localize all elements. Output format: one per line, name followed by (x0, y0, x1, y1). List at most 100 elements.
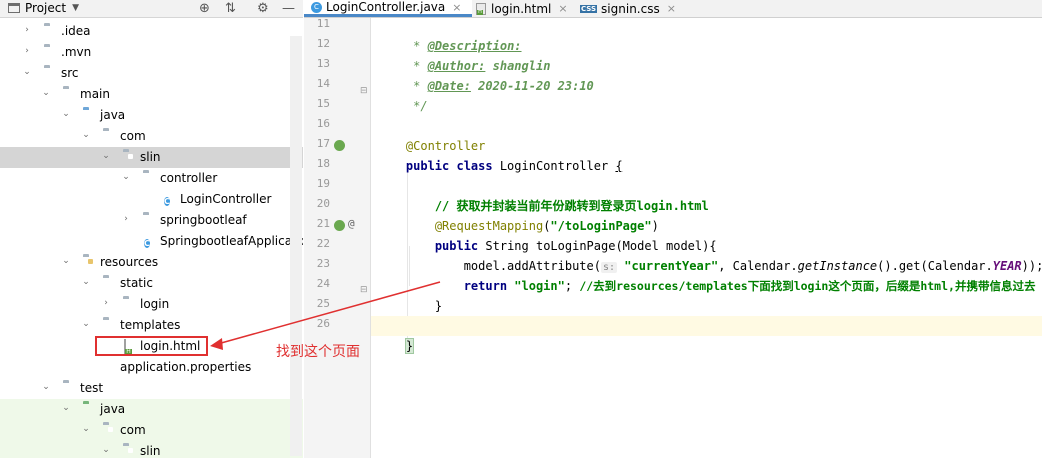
chevron-right-icon[interactable]: › (22, 46, 32, 56)
tree-item-src[interactable]: ⌄ src (0, 63, 303, 84)
project-view-selector[interactable]: Project ▼ (8, 1, 79, 15)
code-token: 2020-11-20 23:10 (470, 79, 594, 93)
tree-item-label: .mvn (61, 45, 92, 59)
chevron-down-icon[interactable]: ⌄ (101, 445, 111, 455)
line-number: 14 (316, 77, 330, 90)
tree-item-springbootleaf[interactable]: › springbootleaf (0, 210, 303, 231)
line-number: 20 (316, 197, 330, 210)
chevron-right-icon[interactable]: › (22, 25, 32, 35)
chevron-right-icon[interactable]: › (101, 298, 111, 308)
tab-label: signin.css (601, 1, 660, 16)
code-line-12: * @Author: shanglin (377, 36, 550, 73)
tab-signin-css[interactable]: CSS signin.css × (580, 0, 680, 17)
tree-item-controller[interactable]: ⌄ controller (0, 168, 303, 189)
code-line-17: public class LoginController { (377, 136, 623, 173)
line-number: 17 (316, 137, 330, 150)
code-line-13: * @Date: 2020-11-20 23:10 (377, 56, 594, 93)
tree-item-test-com[interactable]: ⌄ com (0, 420, 303, 441)
close-icon[interactable]: × (667, 2, 676, 15)
tab-label: LoginController.java (326, 0, 446, 14)
fold-icon[interactable]: ⊟ (360, 86, 368, 96)
locate-icon[interactable]: ⊕ (199, 1, 210, 16)
line-number: 21 (316, 217, 330, 230)
html-file-icon (476, 2, 486, 15)
tree-item-test[interactable]: ⌄ test (0, 378, 303, 399)
tree-item-java[interactable]: ⌄ java (0, 105, 303, 126)
code-line-24: } (377, 276, 442, 313)
tree-item-main[interactable]: ⌄ main (0, 84, 303, 105)
tree-item-mvn[interactable]: › .mvn (0, 42, 303, 63)
tree-item-idea[interactable]: › .idea (0, 21, 303, 42)
chevron-down-icon[interactable]: ⌄ (41, 88, 51, 98)
collapse-all-icon[interactable]: ⇅ (225, 1, 236, 16)
chevron-down-icon[interactable]: ⌄ (61, 403, 71, 413)
chevron-right-icon[interactable]: › (121, 214, 131, 224)
highlight-box (95, 336, 208, 356)
tree-item-label: resources (100, 255, 159, 269)
line-number: 15 (316, 97, 330, 110)
chevron-down-icon[interactable]: ⌄ (61, 109, 71, 119)
chevron-down-icon[interactable]: ⌄ (22, 67, 32, 77)
tree-item-label: com (120, 129, 146, 143)
chevron-down-icon[interactable]: ⌄ (81, 319, 91, 329)
spring-bean-icon[interactable] (334, 140, 345, 151)
gear-icon[interactable]: ⚙ (257, 1, 269, 16)
chevron-down-icon[interactable]: ⌄ (41, 382, 51, 392)
tree-item-label: .idea (61, 24, 91, 38)
code-token: } (404, 338, 415, 354)
tree-item-test-slin[interactable]: ⌄ slin (0, 441, 303, 458)
close-icon[interactable]: × (452, 1, 461, 14)
tree-item-label: slin (140, 444, 161, 458)
tree-item-label: springbootleaf (160, 213, 247, 227)
tree-item-logincontroller[interactable]: C LoginController (0, 189, 303, 210)
tree-item-label: templates (120, 318, 181, 332)
project-title: Project (25, 1, 67, 15)
tree-item-label: application.properties (120, 360, 252, 374)
tree-item-application-properties[interactable]: application.properties (0, 357, 303, 378)
chevron-down-icon[interactable]: ▼ (72, 3, 79, 13)
code-token: ; (564, 279, 580, 293)
css-file-icon: CSS (580, 4, 598, 13)
code-line-14: */ (377, 76, 427, 113)
spring-bean-icon[interactable] (334, 220, 345, 231)
tree-item-static[interactable]: ⌄ static (0, 273, 303, 294)
annotation-gutter-icon[interactable]: @ (348, 217, 355, 230)
code-editor[interactable]: * @Description: * @Author: shanglin * @D… (371, 18, 1042, 458)
tree-item-login-folder[interactable]: › login (0, 294, 303, 315)
tree-item-test-java[interactable]: ⌄ java (0, 399, 303, 420)
code-token: } (434, 299, 443, 313)
tree-item-resources[interactable]: ⌄ resources (0, 252, 303, 273)
line-number: 24 (316, 277, 330, 290)
close-icon[interactable]: × (558, 2, 567, 15)
tab-logincontroller-java[interactable]: C LoginController.java × (304, 0, 472, 17)
hide-icon[interactable]: — (282, 1, 295, 16)
tree-item-springbootleafapplication[interactable]: C SpringbootleafApplication (0, 231, 303, 252)
tree-item-templates[interactable]: ⌄ templates (0, 315, 303, 336)
code-line-19: // 获取并封装当前年份跳转到登录页login.html (377, 176, 709, 213)
code-token: */ (405, 99, 428, 113)
java-class-icon: C (164, 197, 170, 206)
java-class-icon: C (144, 239, 150, 248)
tree-item-label: controller (160, 171, 218, 185)
tree-item-label: LoginController (180, 192, 272, 206)
chevron-down-icon[interactable]: ⌄ (81, 130, 91, 140)
tree-item-com[interactable]: ⌄ com (0, 126, 303, 147)
code-token: public class (405, 159, 493, 173)
chevron-down-icon[interactable]: ⌄ (121, 172, 131, 182)
tree-item-slin[interactable]: ⌄ slin (0, 147, 303, 168)
fold-icon[interactable]: ⊟ (360, 285, 368, 295)
chevron-down-icon[interactable]: ⌄ (101, 151, 111, 161)
tab-login-html[interactable]: login.html × (476, 0, 572, 17)
chevron-down-icon[interactable]: ⌄ (61, 256, 71, 266)
chevron-down-icon[interactable]: ⌄ (81, 424, 91, 434)
editor-gutter: 11 12 13 14 15 16 17 18 19 20 21 22 23 2… (304, 17, 371, 458)
line-number: 23 (316, 257, 330, 270)
project-icon (8, 3, 20, 13)
line-number: 13 (316, 57, 330, 70)
chevron-down-icon[interactable]: ⌄ (81, 277, 91, 287)
line-number: 26 (316, 317, 330, 330)
tree-item-label: slin (140, 150, 161, 164)
code-token: @Date: (427, 79, 471, 93)
project-panel: Project ▼ ⊕ ⇅ ⚙ — › .idea › .mvn ⌄ src ⌄ (0, 0, 303, 458)
project-scrollbar[interactable] (290, 36, 302, 456)
